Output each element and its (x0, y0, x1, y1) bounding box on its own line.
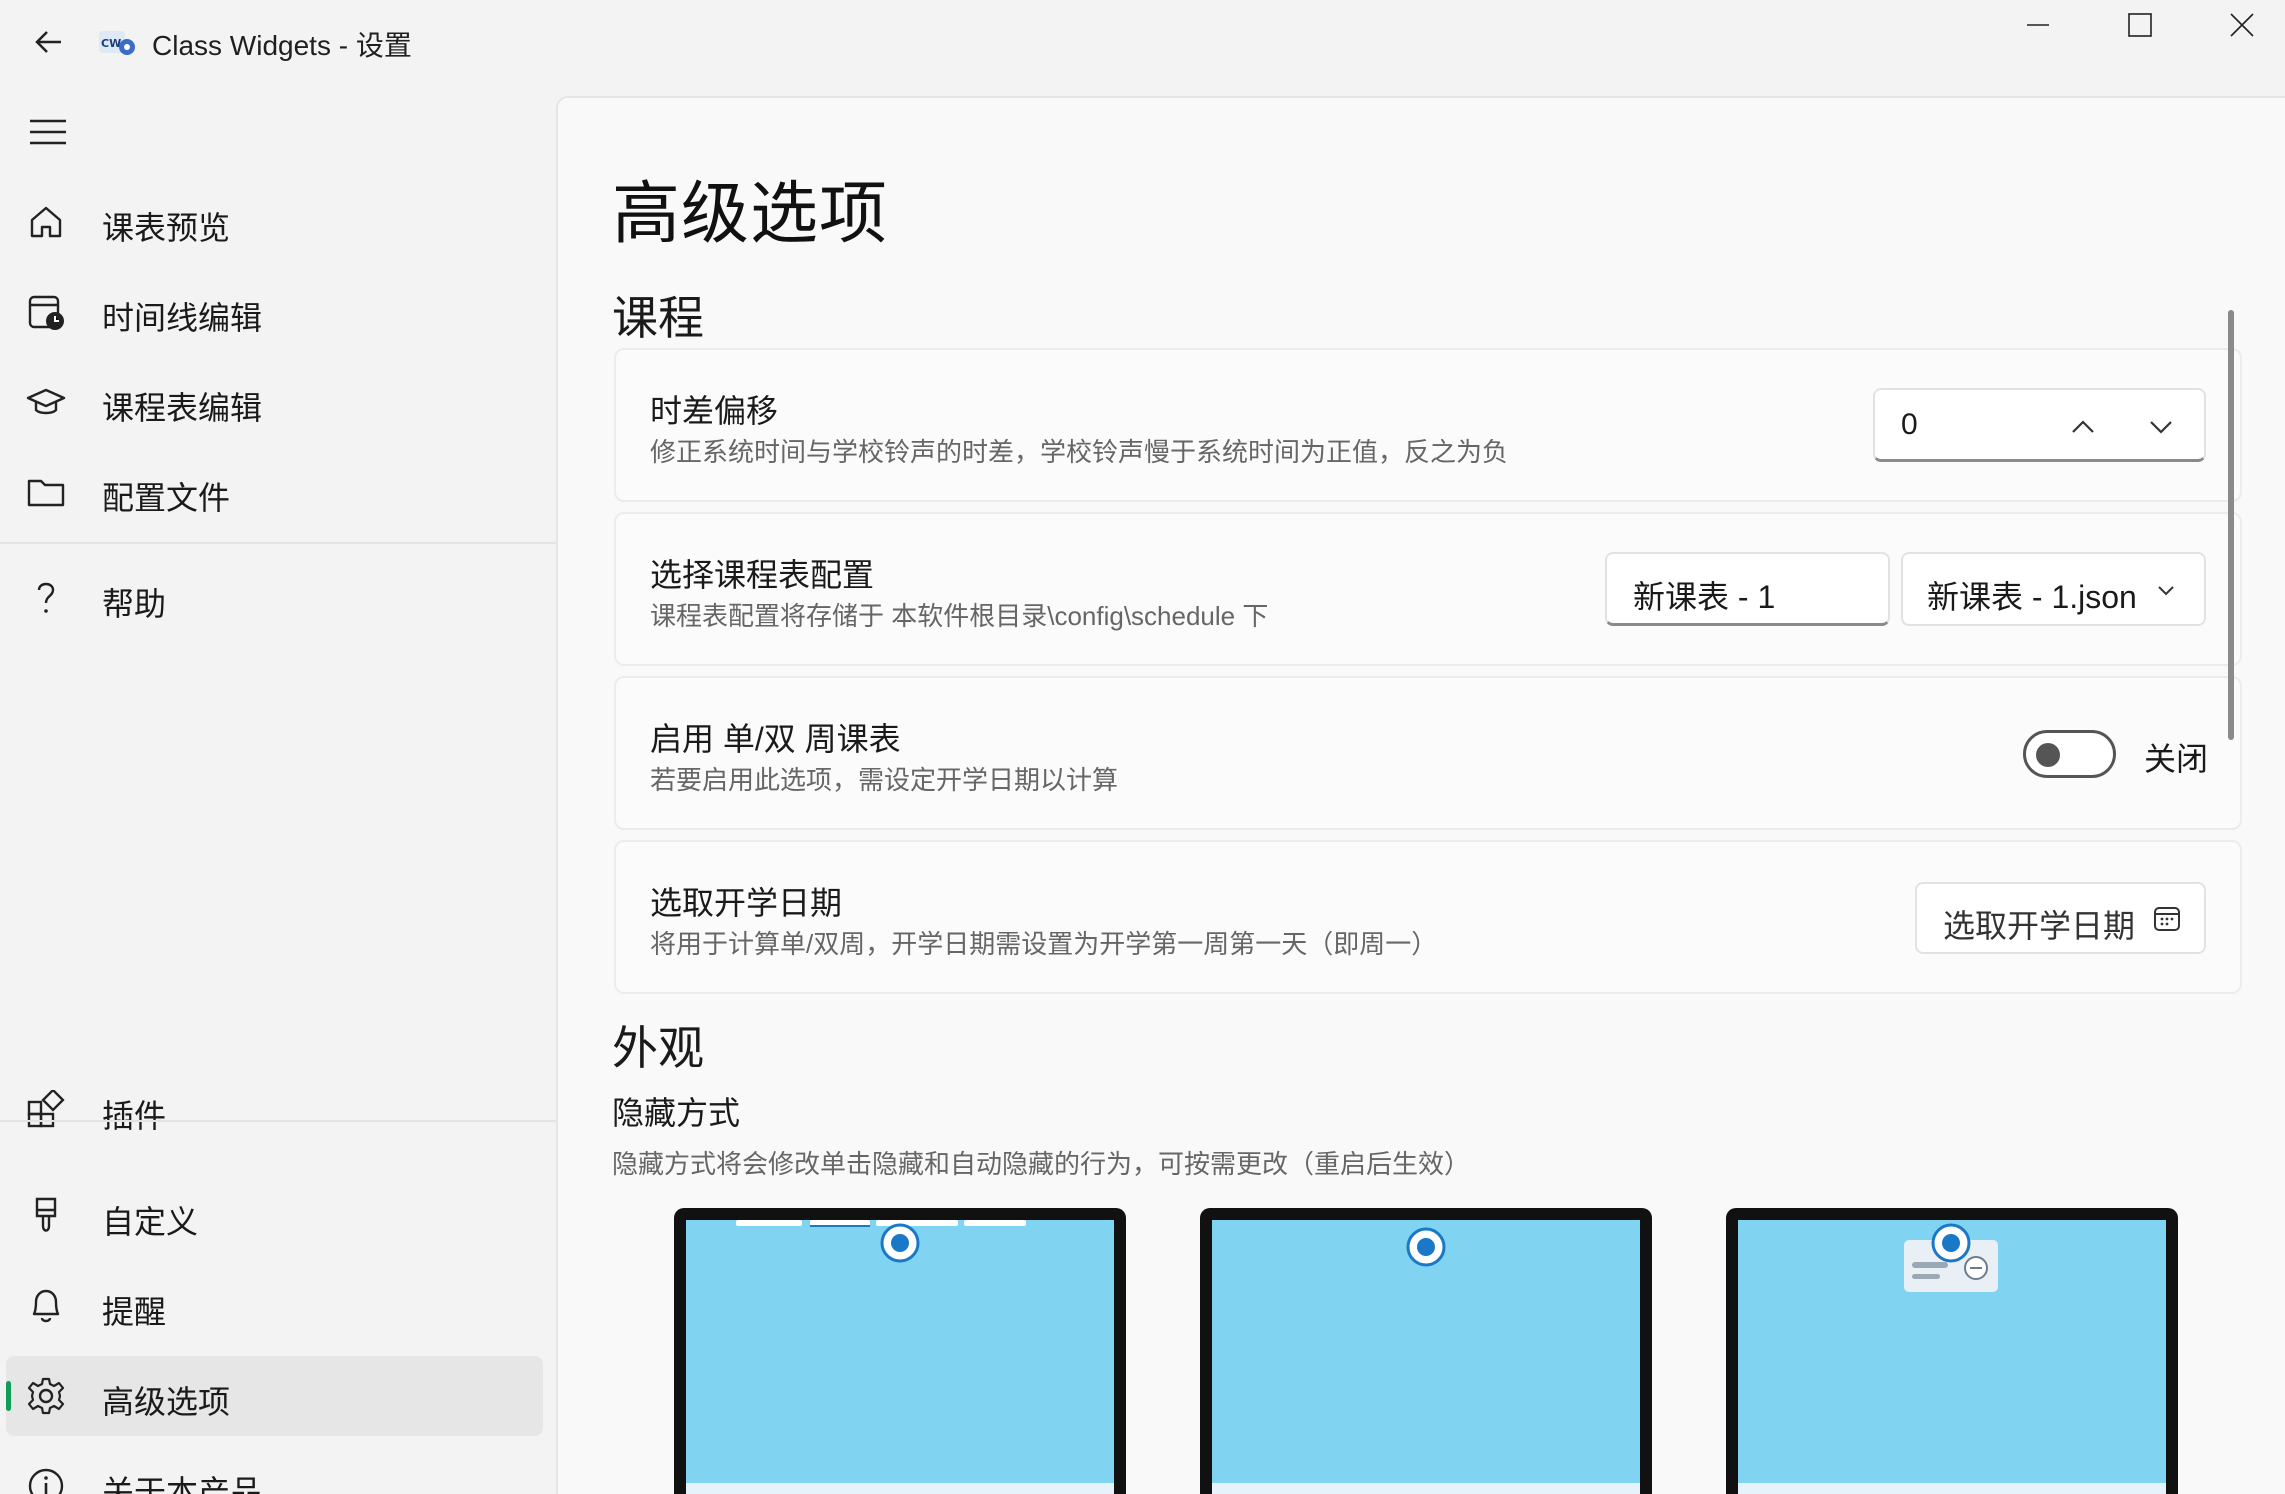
arrow-left-icon (35, 31, 61, 53)
sidebar-item-advanced[interactable]: 高级选项 (6, 1356, 543, 1436)
card-title: 选取开学日期 (650, 885, 843, 921)
radio-selected-icon (880, 1223, 920, 1263)
hide-mode-description: 隐藏方式将会修改单击隐藏和自动隐藏的行为，可按需更改（重启后生效） (612, 1149, 1471, 1179)
svg-text:CW: CW (101, 37, 121, 50)
card-schedule-config: 选择课程表配置 课程表配置将存储于 本软件根目录\config\schedule… (614, 512, 2242, 666)
sidebar-divider (0, 1120, 556, 1122)
minimize-icon (2027, 24, 2049, 26)
calendar-icon (2150, 902, 2184, 936)
preview-screen (1738, 1220, 2166, 1494)
sidebar-item-reminders[interactable]: 提醒 (6, 1266, 543, 1346)
minimize-button[interactable] (1988, 0, 2088, 50)
schedule-file-select[interactable]: 新课表 - 1.json (1901, 552, 2206, 626)
hide-mode-option-2[interactable] (1200, 1208, 1652, 1494)
paintbrush-icon (26, 1196, 66, 1236)
chevron-down-icon (2150, 421, 2172, 434)
bell-icon (26, 1286, 66, 1326)
sidebar-item-label: 时间线编辑 (102, 300, 263, 336)
spin-down-button[interactable] (2138, 404, 2184, 450)
close-icon (2230, 13, 2254, 37)
offset-spinbox[interactable]: 0 (1873, 388, 2206, 462)
preview-screen (1212, 1220, 1640, 1494)
info-icon (26, 1466, 66, 1494)
sidebar-item-timeline-edit[interactable]: 时间线编辑 (6, 272, 543, 352)
window-title: Class Widgets - 设置 (152, 30, 412, 61)
preview-taskbar (1212, 1483, 1640, 1494)
card-description: 课程表配置将存储于 本软件根目录\config\schedule 下 (650, 601, 1269, 631)
spin-up-button[interactable] (2060, 404, 2106, 450)
sidebar-item-label: 插件 (102, 1098, 167, 1134)
pick-start-date-label: 选取开学日期 (1943, 908, 2136, 944)
radio-selected-icon (1931, 1223, 1971, 1263)
sidebar-item-schedule-preview[interactable]: 课表预览 (6, 182, 543, 262)
card-start-date: 选取开学日期 将用于计算单/双周，开学日期需设置为开学第一周第一天（即周一） 选… (614, 840, 2242, 994)
card-title: 时差偏移 (650, 393, 779, 429)
calendar-clock-icon (26, 292, 66, 332)
hide-mode-option-3[interactable] (1726, 1208, 2178, 1494)
hamburger-icon (30, 119, 66, 145)
sidebar-item-help[interactable]: 帮助 (6, 558, 543, 638)
sidebar-item-label: 课表预览 (102, 210, 231, 246)
chevron-up-icon (2072, 420, 2094, 433)
preview-screen (686, 1220, 1114, 1494)
hide-mode-option-1[interactable] (674, 1208, 1126, 1494)
home-icon (26, 202, 66, 242)
toggle-state-label: 关闭 (2143, 741, 2208, 777)
graduation-cap-icon (26, 382, 66, 422)
card-description: 将用于计算单/双周，开学日期需设置为开学第一周第一天（即周一） (650, 929, 1438, 959)
sidebar-divider (0, 542, 556, 544)
maximize-icon (2128, 13, 2152, 37)
card-time-offset: 时差偏移 修正系统时间与学校铃声的时差，学校铃声慢于系统时间为正值，反之为负 0 (614, 348, 2242, 502)
sidebar-item-course-edit[interactable]: 课程表编辑 (6, 362, 543, 442)
radio-selected-icon (1406, 1227, 1446, 1267)
sidebar-item-label: 关于本产品 (102, 1474, 263, 1494)
preview-taskbar (1738, 1483, 2166, 1494)
preview-taskbar (686, 1483, 1114, 1494)
toggle-knob (2036, 743, 2060, 767)
maximize-button[interactable] (2090, 0, 2190, 50)
card-description: 修正系统时间与学校铃声的时差，学校铃声慢于系统时间为正值，反之为负 (650, 437, 1509, 467)
main-content: 高级选项 课程 时差偏移 修正系统时间与学校铃声的时差，学校铃声慢于系统时间为正… (556, 96, 2285, 1494)
page-title: 高级选项 (612, 176, 889, 252)
app-logo-icon: CW (97, 25, 137, 61)
card-description: 若要启用此选项，需设定开学日期以计算 (650, 765, 1119, 795)
spinbox-value[interactable]: 0 (1901, 408, 1918, 442)
weekly-toggle-switch[interactable] (2023, 730, 2116, 778)
sidebar-item-label: 高级选项 (102, 1384, 231, 1420)
sidebar: 课表预览 时间线编辑 课程表编辑 配置文件 帮助 插件 自定义 提醒 高级选项 … (0, 86, 556, 1494)
sidebar-item-customize[interactable]: 自定义 (6, 1176, 543, 1256)
sidebar-item-label: 帮助 (102, 586, 167, 622)
gear-icon (26, 1376, 66, 1416)
pick-start-date-button[interactable]: 选取开学日期 (1915, 882, 2206, 954)
scrollbar[interactable] (2228, 310, 2234, 740)
back-button[interactable] (20, 16, 78, 68)
sidebar-item-plugins[interactable]: 插件 (6, 1070, 543, 1150)
sidebar-item-config-files[interactable]: 配置文件 (6, 452, 543, 532)
active-indicator (6, 1381, 11, 1411)
title-bar: CW Class Widgets - 设置 (0, 0, 2285, 86)
folder-icon (26, 472, 66, 512)
sidebar-item-label: 配置文件 (102, 480, 231, 516)
schedule-file-value: 新课表 - 1.json (1927, 579, 2137, 615)
sidebar-item-about[interactable]: 关于本产品 (6, 1446, 543, 1494)
card-title: 启用 单/双 周课表 (650, 721, 901, 757)
chevron-down-icon (2148, 572, 2184, 608)
section-title-course: 课程 (612, 292, 704, 344)
section-title-appearance: 外观 (612, 1022, 704, 1074)
sidebar-item-label: 自定义 (102, 1204, 199, 1240)
hide-mode-title: 隐藏方式 (612, 1095, 741, 1131)
schedule-name-input[interactable]: 新课表 - 1 (1605, 552, 1890, 626)
card-title: 选择课程表配置 (650, 557, 875, 593)
question-icon (26, 578, 66, 618)
menu-toggle-button[interactable] (22, 106, 74, 158)
close-button[interactable] (2192, 0, 2285, 50)
schedule-name-value: 新课表 - 1 (1633, 579, 1776, 615)
sidebar-item-label: 课程表编辑 (102, 390, 263, 426)
puzzle-icon (26, 1090, 66, 1130)
card-weekly-schedule: 启用 单/双 周课表 若要启用此选项，需设定开学日期以计算 关闭 (614, 676, 2242, 830)
sidebar-item-label: 提醒 (102, 1294, 167, 1330)
